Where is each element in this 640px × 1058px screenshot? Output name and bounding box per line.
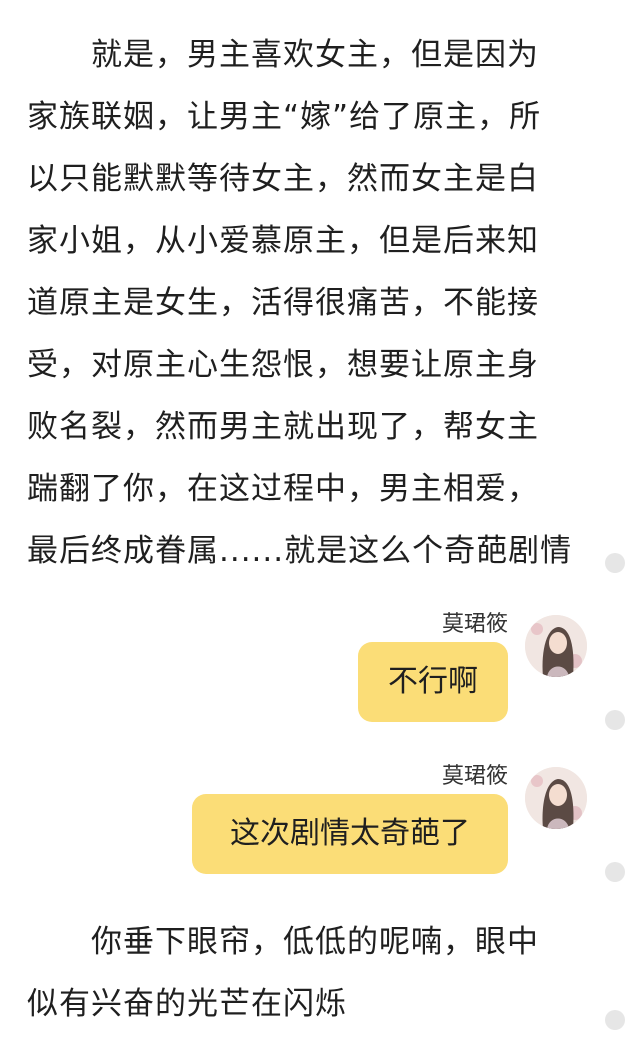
avatar-portrait-icon: [525, 615, 587, 677]
story-paragraph-2: 你垂下眼帘，低低的呢喃，眼中 似有兴奋的光芒在闪烁: [27, 911, 597, 1035]
message-sender-name: 莫珺筱: [441, 612, 508, 637]
chat-bubble: 这次剧情太奇葩了: [192, 794, 508, 874]
story-line: 家小姐，从小爱慕原主，但是后来知: [27, 223, 539, 259]
message-comment-dot[interactable]: [605, 862, 625, 882]
story-line: 受，对原主心生怨恨，想要让原主身: [27, 347, 539, 383]
avatar-portrait-icon: [525, 767, 587, 829]
story-line: 就是，男主喜欢女主，但是因为: [91, 37, 539, 73]
chat-bubble: 不行啊: [358, 642, 508, 722]
story-line: 以只能默默等待女主，然而女主是白: [27, 161, 539, 197]
story-line: 家族联姻，让男主“嫁”给了原主，所: [27, 99, 542, 135]
story-line: 你垂下眼帘，低低的呢喃，眼中: [91, 924, 539, 960]
story-line: 踹翻了你，在这过程中，男主相爱，: [27, 471, 539, 507]
story-line: 似有兴奋的光芒在闪烁: [27, 986, 347, 1022]
paragraph-comment-dot[interactable]: [605, 1010, 625, 1030]
message-sender-name: 莫珺筱: [441, 764, 508, 789]
paragraph-comment-dot[interactable]: [605, 553, 625, 573]
story-line: 败名裂，然而男主就出现了，帮女主: [27, 409, 539, 445]
sender-avatar[interactable]: [525, 615, 587, 677]
story-line: 最后终成眷属......就是这么个奇葩剧情: [27, 533, 573, 569]
story-line: 道原主是女生，活得很痛苦，不能接: [27, 285, 539, 321]
message-comment-dot[interactable]: [605, 710, 625, 730]
sender-avatar[interactable]: [525, 767, 587, 829]
story-paragraph-1: 就是，男主喜欢女主，但是因为 家族联姻，让男主“嫁”给了原主，所 以只能默默等待…: [27, 24, 597, 582]
